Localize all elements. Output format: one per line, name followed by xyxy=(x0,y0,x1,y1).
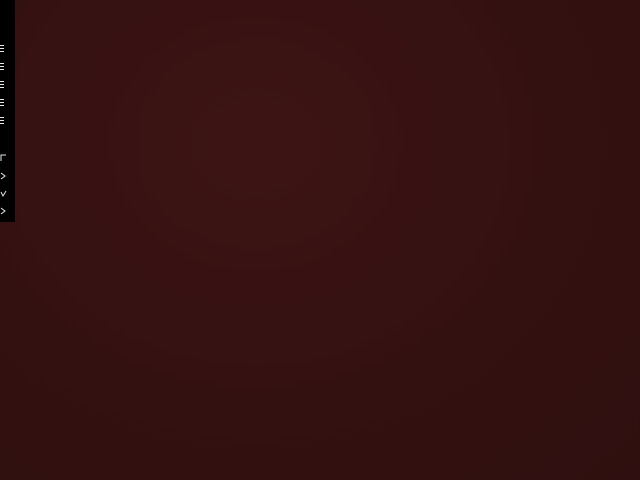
menu-icon[interactable] xyxy=(0,117,4,124)
arrow-icon[interactable] xyxy=(0,207,7,215)
menu-icon[interactable] xyxy=(0,81,4,88)
corner-icon[interactable] xyxy=(0,154,7,162)
arrow-icon[interactable] xyxy=(0,190,7,198)
menu-icon[interactable] xyxy=(0,63,4,70)
desktop-background xyxy=(0,0,640,480)
arrow-icon[interactable] xyxy=(0,172,7,180)
menu-icon[interactable] xyxy=(0,45,4,52)
menu-icon[interactable] xyxy=(0,99,4,106)
side-toolbar xyxy=(0,0,15,222)
